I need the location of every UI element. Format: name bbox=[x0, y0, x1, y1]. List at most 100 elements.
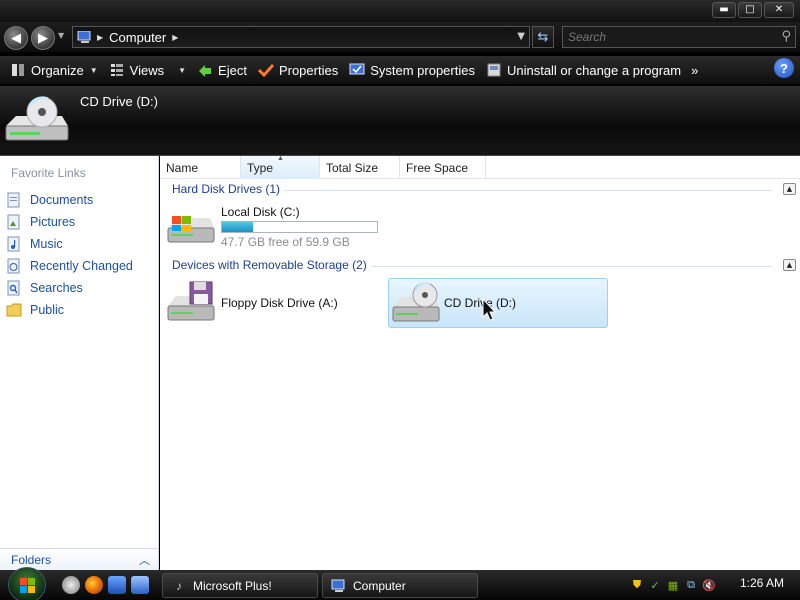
taskbar-button-computer[interactable]: Computer bbox=[322, 573, 478, 598]
chevron-up-icon: ︿ bbox=[139, 555, 150, 567]
sidebar-item-label: Music bbox=[30, 237, 63, 251]
music-icon bbox=[6, 236, 22, 252]
sidebar-item-public[interactable]: Public bbox=[6, 299, 133, 321]
drive-item-floppy-a[interactable]: Floppy Disk Drive (A:) bbox=[166, 280, 376, 328]
update-icon[interactable]: ✓ bbox=[648, 578, 662, 592]
windows-flag-icon[interactable]: ▦ bbox=[666, 578, 680, 592]
firefox-icon[interactable] bbox=[85, 576, 103, 594]
organize-icon bbox=[9, 62, 27, 78]
more-chevron-icon: » bbox=[691, 62, 699, 78]
show-desktop-icon[interactable] bbox=[108, 576, 126, 594]
mouse-cursor-icon bbox=[482, 298, 496, 321]
search-box[interactable]: ⚲ bbox=[562, 26, 796, 48]
collapse-group-button[interactable]: ▲ bbox=[783, 259, 796, 271]
group-header-hard-disk-drives[interactable]: Hard Disk Drives (1) ▲ bbox=[172, 182, 796, 198]
recently-changed-icon bbox=[6, 258, 22, 274]
title-bar: ▬ □ ✕ bbox=[0, 0, 800, 22]
group-header-removable-storage[interactable]: Devices with Removable Storage (2) ▲ bbox=[172, 258, 796, 274]
switch-windows-icon[interactable] bbox=[131, 576, 149, 594]
sidebar-item-documents[interactable]: Documents bbox=[6, 189, 133, 211]
navigation-pane: Favorite Links Documents Pictures Music … bbox=[0, 156, 159, 570]
sidebar-item-recently-changed[interactable]: Recently Changed bbox=[6, 255, 133, 277]
sidebar-item-pictures[interactable]: Pictures bbox=[6, 211, 133, 233]
sort-arrow-icon: ▲ bbox=[277, 155, 284, 162]
task-label: Microsoft Plus! bbox=[193, 578, 272, 593]
drive-item-cd-d[interactable]: CD Drive (D:) bbox=[388, 278, 608, 328]
command-toolbar: Organize ▼ Views ▼ Eject Properties Syst… bbox=[0, 56, 800, 84]
back-arrow-icon: ◀ bbox=[11, 30, 21, 46]
organize-label: Organize bbox=[31, 62, 84, 78]
music-note-icon: ♪ bbox=[176, 578, 182, 593]
address-dropdown-icon[interactable]: ▼ bbox=[517, 31, 525, 42]
refresh-icon: ⇆ bbox=[537, 29, 549, 45]
column-header-total-size[interactable]: Total Size bbox=[320, 156, 400, 179]
task-label: Computer bbox=[353, 578, 406, 593]
media-player-icon[interactable] bbox=[62, 576, 80, 594]
close-button[interactable]: ✕ bbox=[764, 2, 794, 18]
refresh-button[interactable]: ⇆ bbox=[532, 26, 554, 48]
network-icon[interactable]: ⧉ bbox=[684, 578, 698, 592]
volume-muted-icon[interactable]: 🔇 bbox=[702, 578, 716, 592]
clock[interactable]: 1:26 AM bbox=[740, 576, 784, 590]
pictures-icon bbox=[6, 214, 22, 230]
column-header-label: Name bbox=[166, 160, 199, 175]
start-button[interactable] bbox=[8, 567, 46, 600]
documents-icon bbox=[6, 192, 22, 208]
uninstall-program-button[interactable]: Uninstall or change a program bbox=[480, 58, 686, 82]
sidebar-item-searches[interactable]: Searches bbox=[6, 277, 133, 299]
forward-button[interactable]: ▶ bbox=[31, 26, 55, 50]
views-button[interactable]: Views ▼ bbox=[103, 58, 191, 82]
system-properties-label: System properties bbox=[370, 62, 475, 78]
more-commands-button[interactable]: » bbox=[686, 58, 703, 82]
hard-disk-icon bbox=[166, 202, 216, 246]
security-shield-icon[interactable]: ⛊ bbox=[630, 578, 644, 592]
computer-icon bbox=[331, 578, 347, 594]
details-header: CD Drive (D:) bbox=[0, 86, 800, 156]
collapse-group-button[interactable]: ▲ bbox=[783, 183, 796, 195]
chevron-down-icon: ▼ bbox=[89, 65, 98, 75]
system-properties-icon bbox=[348, 62, 366, 78]
disk-free-space-text: 47.7 GB free of 59.9 GB bbox=[221, 235, 350, 249]
eject-label: Eject bbox=[218, 62, 247, 78]
maximize-button[interactable]: □ bbox=[738, 2, 762, 18]
sidebar-item-music[interactable]: Music bbox=[6, 233, 133, 255]
column-header-type[interactable]: ▲ Type bbox=[241, 155, 320, 179]
sidebar-item-label: Documents bbox=[30, 193, 94, 207]
column-header-label: Free Space bbox=[406, 160, 469, 175]
disk-usage-bar bbox=[221, 221, 378, 233]
forward-arrow-icon: ▶ bbox=[38, 30, 48, 46]
group-title: Devices with Removable Storage (2) bbox=[172, 258, 371, 272]
views-label: Views bbox=[129, 62, 165, 78]
back-button[interactable]: ◀ bbox=[4, 26, 28, 50]
breadcrumb-computer[interactable]: Computer bbox=[109, 30, 166, 45]
sidebar-item-label: Pictures bbox=[30, 215, 76, 229]
help-button[interactable]: ? bbox=[774, 58, 794, 78]
eject-button[interactable]: Eject bbox=[191, 58, 252, 82]
taskbar-button-microsoft-plus[interactable]: ♪ Microsoft Plus! bbox=[162, 573, 318, 598]
drive-name: CD Drive (D:) bbox=[444, 296, 516, 310]
column-header-free-space[interactable]: Free Space bbox=[400, 156, 486, 179]
breadcrumb-separator[interactable]: ▶ bbox=[172, 33, 178, 42]
drive-name: Local Disk (C:) bbox=[221, 205, 300, 219]
uninstall-label: Uninstall or change a program bbox=[506, 62, 682, 78]
search-input[interactable] bbox=[563, 30, 763, 44]
floppy-drive-icon bbox=[166, 280, 216, 324]
column-headers: Name ▲ Type Total Size Free Space bbox=[160, 155, 800, 179]
group-title: Hard Disk Drives (1) bbox=[172, 182, 285, 196]
system-properties-button[interactable]: System properties bbox=[343, 58, 480, 82]
favorite-links-heading: Favorite Links bbox=[11, 166, 86, 180]
sidebar-item-label: Recently Changed bbox=[30, 259, 133, 273]
computer-icon bbox=[77, 30, 93, 44]
column-header-label: Total Size bbox=[326, 160, 379, 175]
drive-item-local-disk-c[interactable]: Local Disk (C:) 47.7 GB free of 59.9 GB bbox=[166, 202, 396, 252]
cd-drive-icon bbox=[391, 281, 441, 325]
breadcrumb-separator[interactable]: ▶ bbox=[97, 33, 103, 42]
column-header-name[interactable]: Name bbox=[160, 156, 241, 179]
properties-button[interactable]: Properties bbox=[252, 58, 343, 82]
minimize-button[interactable]: ▬ bbox=[712, 2, 736, 18]
address-field[interactable]: ▶ Computer ▶ ▼ bbox=[72, 26, 530, 48]
favorite-links-list: Documents Pictures Music Recently Change… bbox=[6, 189, 133, 321]
recent-pages-dropdown[interactable]: ▼ bbox=[58, 31, 64, 40]
organize-button[interactable]: Organize ▼ bbox=[4, 58, 103, 82]
search-icon[interactable]: ⚲ bbox=[781, 29, 791, 44]
